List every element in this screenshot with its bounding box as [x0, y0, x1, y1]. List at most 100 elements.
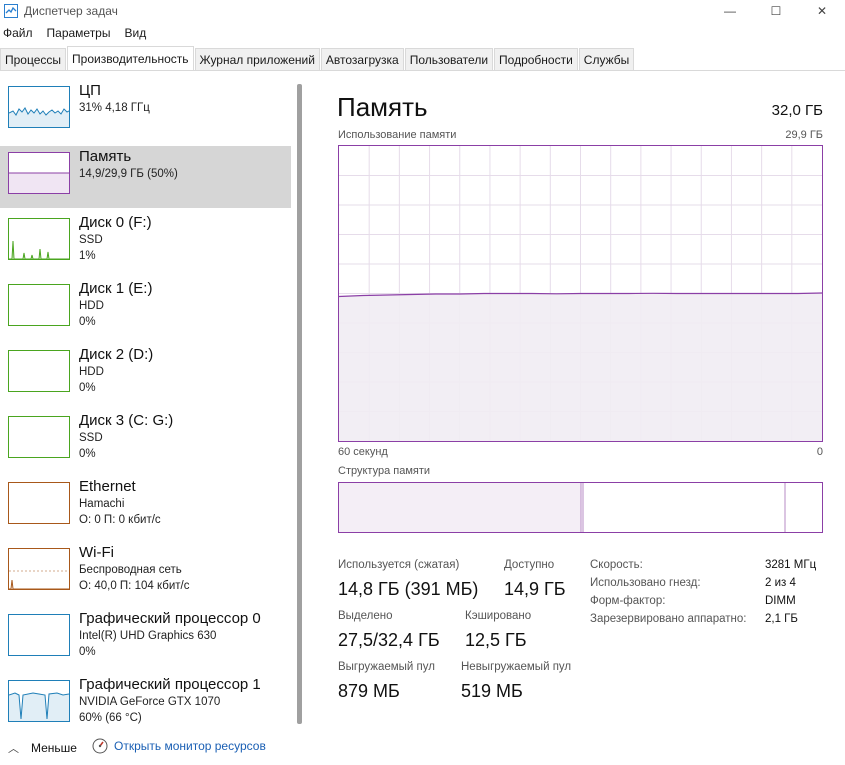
reserved-label: Зарезервировано аппаратно:: [590, 613, 747, 625]
cached-value: 12,5 ГБ: [465, 630, 527, 650]
slots-label: Использовано гнезд:: [590, 577, 701, 589]
available-value: 14,9 ГБ: [504, 579, 566, 599]
tab-app-history[interactable]: Журнал приложений: [194, 48, 320, 70]
sidebar-item-detail: Беспроводная сеть: [79, 564, 182, 576]
usage-label: Использование памяти: [338, 129, 457, 141]
sidebar-item-title: Графический процессор 0: [79, 610, 261, 627]
footer: ︿ Меньше Открыть монитор ресурсов: [0, 732, 845, 762]
sidebar-item-title: Ethernet: [79, 478, 136, 495]
sidebar-item-title: Wi-Fi: [79, 544, 114, 561]
tab-services[interactable]: Службы: [578, 48, 635, 70]
committed-value: 27,5/32,4 ГБ: [338, 630, 440, 650]
sidebar-item-disk-1[interactable]: Диск 1 (E:) HDD 0%: [0, 278, 291, 340]
sidebar-item-detail: 31% 4,18 ГГц: [79, 102, 150, 114]
sidebar-item-detail: Hamachi: [79, 498, 125, 510]
memory-usage-graph: [338, 145, 823, 442]
sidebar-item-disk-0[interactable]: Диск 0 (F:) SSD 1%: [0, 212, 291, 274]
tab-bar: Процессы Производительность Журнал прило…: [0, 46, 845, 71]
sidebar-thumbnail-ethernet: [8, 482, 70, 524]
sidebar-text: Графический процессор 0 Intel(R) UHD Grap…: [79, 610, 261, 660]
sidebar-item-detail: 0%: [79, 448, 96, 460]
nonpaged-pool-label: Невыгружаемый пул: [461, 661, 572, 673]
sidebar-thumbnail-disk-1: [8, 284, 70, 326]
sidebar-text: Диск 3 (C: G:) SSD 0%: [79, 412, 173, 462]
sidebar-item-disk-3[interactable]: Диск 3 (C: G:) SSD 0%: [0, 410, 291, 472]
time-axis-left: 60 секунд: [338, 446, 388, 458]
memory-structure-bar: [338, 482, 823, 533]
sidebar-item-detail: 1%: [79, 250, 96, 262]
menu-file[interactable]: Файл: [0, 26, 36, 44]
speed-value: 3281 МГц: [765, 559, 817, 571]
sidebar-item-detail: 0%: [79, 316, 96, 328]
page-title: Память: [337, 92, 428, 122]
sidebar-thumbnail-wifi: [8, 548, 70, 590]
resource-monitor-label: Открыть монитор ресурсов: [114, 739, 266, 753]
sidebar-text: Wi-Fi Беспроводная сеть О: 40,0 П: 104 кби…: [79, 544, 189, 594]
paged-pool-value: 879 МБ: [338, 681, 400, 701]
nonpaged-pool-value: 519 МБ: [461, 681, 523, 701]
sidebar-item-detail: 14,9/29,9 ГБ (50%): [79, 168, 178, 180]
sidebar-text: Диск 0 (F:) SSD 1%: [79, 214, 152, 264]
sidebar-thumbnail-memory: [8, 152, 70, 194]
minimize-button[interactable]: —: [707, 0, 753, 22]
sidebar-item-detail: Intel(R) UHD Graphics 630: [79, 630, 217, 642]
task-manager-icon: [4, 4, 18, 18]
chevron-up-icon: ︿: [8, 743, 19, 755]
tab-performance[interactable]: Производительность: [67, 46, 194, 70]
sidebar-item-detail: HDD: [79, 300, 104, 312]
fewer-details-button[interactable]: ︿ Меньше: [8, 740, 77, 756]
sidebar-item-gpu-1[interactable]: Графический процессор 1 NVIDIA GeForce GT…: [0, 674, 291, 736]
menu-options[interactable]: Параметры: [44, 26, 114, 44]
open-resource-monitor-link[interactable]: Открыть монитор ресурсов: [92, 738, 266, 754]
form-factor-label: Форм-фактор:: [590, 595, 666, 607]
title-bar: Диспетчер задач — ☐ ✕: [0, 0, 845, 22]
available-label: Доступно: [504, 559, 555, 571]
sidebar-item-cpu[interactable]: ЦП 31% 4,18 ГГц: [0, 80, 291, 142]
form-factor-value: DIMM: [765, 595, 796, 607]
sidebar-thumbnail-cpu: [8, 86, 70, 128]
sidebar-item-detail: О: 0 П: 0 кбит/с: [79, 514, 161, 526]
paged-pool-label: Выгружаемый пул: [338, 661, 435, 673]
sidebar-thumbnail-disk-0: [8, 218, 70, 260]
minimize-icon: —: [724, 4, 736, 18]
sidebar-text: ЦП 31% 4,18 ГГц: [79, 82, 150, 116]
tab-users[interactable]: Пользователи: [404, 48, 494, 70]
close-button[interactable]: ✕: [799, 0, 845, 22]
maximize-icon: ☐: [770, 4, 782, 18]
sidebar-item-detail: 60% (66 °C): [79, 712, 142, 724]
resource-monitor-icon: [92, 738, 108, 754]
sidebar-item-title: Диск 3 (C: G:): [79, 412, 174, 429]
sidebar-item-gpu-0[interactable]: Графический процессор 0 Intel(R) UHD Grap…: [0, 608, 291, 670]
sidebar-thumbnail-gpu-1: [8, 680, 70, 722]
close-icon: ✕: [816, 4, 828, 18]
sidebar-text: Ethernet Hamachi О: 0 П: 0 кбит/с: [79, 478, 161, 528]
tab-processes[interactable]: Процессы: [0, 48, 67, 70]
memory-structure-chart: [339, 483, 786, 532]
sidebar-text: Память 14,9/29,9 ГБ (50%): [79, 148, 178, 182]
sidebar-item-detail: SSD: [79, 432, 103, 444]
menu-view[interactable]: Вид: [121, 26, 149, 44]
memory-total: 32,0 ГБ: [771, 102, 823, 119]
sidebar-item-ethernet[interactable]: Ethernet Hamachi О: 0 П: 0 кбит/с: [0, 476, 291, 538]
reserved-value: 2,1 ГБ: [765, 613, 798, 625]
sidebar-text: Графический процессор 1 NVIDIA GeForce GT…: [79, 676, 261, 726]
committed-label: Выделено: [338, 610, 393, 622]
sidebar-scrollbar[interactable]: [297, 84, 302, 724]
structure-in-use: [339, 483, 581, 532]
maximize-button[interactable]: ☐: [753, 0, 799, 22]
in-use-label: Используется (сжатая): [338, 559, 460, 571]
sidebar-item-wifi[interactable]: Wi-Fi Беспроводная сеть О: 40,0 П: 104 кби…: [0, 542, 291, 604]
sidebar-item-disk-2[interactable]: Диск 2 (D:) HDD 0%: [0, 344, 291, 406]
sidebar-item-title: Память: [79, 148, 132, 165]
sidebar-item-detail: 0%: [79, 646, 96, 658]
sidebar-item-detail: SSD: [79, 234, 103, 246]
sidebar-item-title: Графический процессор 1: [79, 676, 261, 693]
usage-max-label: 29,9 ГБ: [785, 129, 823, 141]
tab-details[interactable]: Подробности: [494, 48, 578, 70]
tab-startup[interactable]: Автозагрузка: [320, 48, 404, 70]
window-title: Диспетчер задач: [24, 4, 118, 18]
sidebar-item-memory[interactable]: Память 14,9/29,9 ГБ (50%): [0, 146, 291, 208]
memory-usage-chart: [338, 146, 823, 441]
speed-label: Скорость:: [590, 559, 643, 571]
sidebar-thumbnail-disk-3: [8, 416, 70, 458]
